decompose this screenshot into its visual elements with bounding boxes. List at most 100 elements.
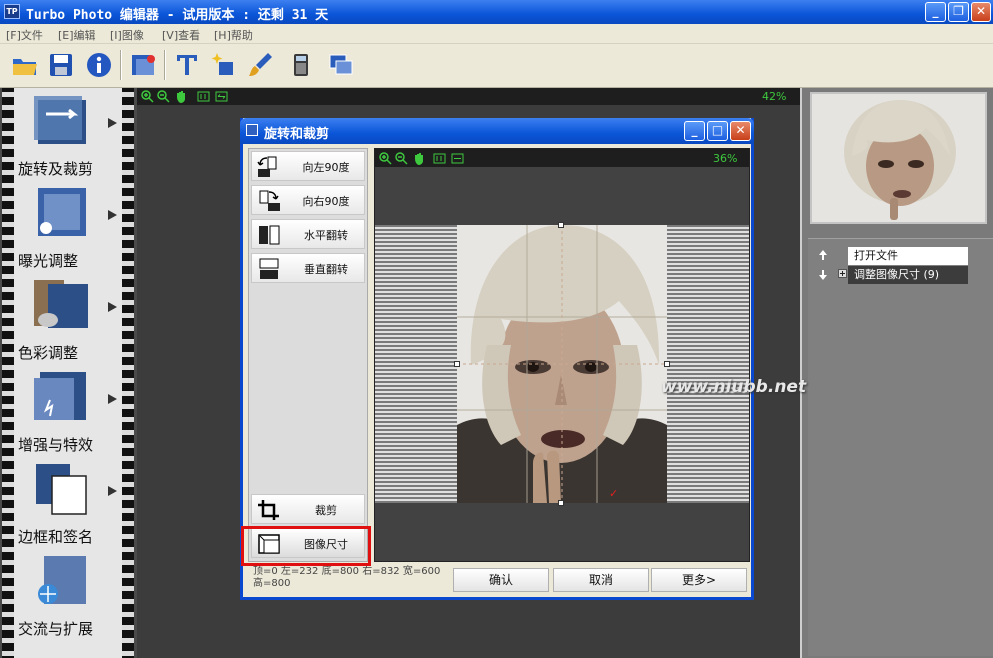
tool-exposure[interactable]: 曝光调整 (14, 180, 122, 272)
flip-horizontal-icon (259, 225, 280, 245)
open-folder-icon[interactable] (10, 50, 40, 80)
dialog-icon (246, 124, 258, 136)
preview-photo: ✓ (457, 225, 667, 503)
minimize-button[interactable]: _ (925, 2, 946, 22)
dialog-maximize-button[interactable]: □ (707, 121, 728, 141)
crop-handle[interactable] (558, 500, 564, 506)
menu-help[interactable]: [H]帮助 (214, 27, 253, 43)
thumbnail-preview (810, 92, 987, 224)
option-label: 裁剪 (315, 504, 337, 517)
cancel-button[interactable]: 取消 (553, 568, 649, 592)
history-list: 打开文件 调整图像尺寸 (9) (808, 238, 993, 656)
expand-arrow-icon[interactable] (108, 210, 117, 220)
option-label: 向左90度 (302, 161, 350, 174)
menu-view[interactable]: [V]查看 (162, 27, 200, 43)
text-icon[interactable] (172, 50, 202, 80)
ok-button[interactable]: 确认 (453, 568, 549, 592)
tool-color[interactable]: 色彩调整 (14, 272, 122, 364)
expand-arrow-icon[interactable] (108, 486, 117, 496)
tool-label: 色彩调整 (18, 344, 79, 362)
crop-status: 顶=0 左=232 底=800 右=832 宽=600 高=800 (253, 566, 441, 589)
brush-icon[interactable] (246, 50, 276, 80)
tool-label: 曝光调整 (18, 252, 79, 270)
rotate-crop-icon (34, 96, 86, 144)
exposure-icon (38, 188, 86, 236)
hand-pan-icon[interactable] (175, 90, 188, 103)
tool-frame[interactable]: 边框和签名 (14, 456, 122, 548)
sparkle-icon[interactable] (210, 50, 240, 80)
tool-share[interactable]: 交流与扩展 (14, 548, 122, 640)
dialog-title: 旋转和裁剪 (264, 127, 330, 142)
tool-rotate-crop[interactable]: 旋转及裁剪 (14, 88, 122, 180)
up-arrow-icon[interactable] (818, 249, 828, 261)
main-zoom-bar: 42% (137, 88, 800, 105)
close-button[interactable]: ✕ (971, 2, 991, 22)
rotate-right-button[interactable]: 向右90度 (251, 185, 365, 215)
menu-file[interactable]: [F]文件 (6, 27, 43, 43)
crop-button[interactable]: 裁剪 (251, 494, 365, 524)
toolbar-separator (120, 50, 122, 80)
option-label: 向右90度 (302, 195, 350, 208)
menu-image[interactable]: [I]图像 (110, 27, 144, 43)
restore-button[interactable]: ❐ (948, 2, 969, 22)
dialog-options-panel: 向左90度 向右90度 水平翻转 垂直翻转 裁剪 图像尺寸 (248, 148, 368, 562)
right-panel: 打开文件 调整图像尺寸 (9) (800, 88, 993, 658)
zoom-in-icon[interactable] (379, 152, 392, 165)
zoom-out-icon[interactable] (157, 90, 170, 103)
windows-icon[interactable] (326, 50, 356, 80)
zoom-percent: 42% (762, 90, 787, 103)
zoom-in-icon[interactable] (141, 90, 154, 103)
expand-plus-icon[interactable] (838, 269, 847, 278)
tool-list: 旋转及裁剪 曝光调整 色彩调整 增强与特效 边框和签名 交流与扩展 (14, 88, 122, 658)
actual-size-icon[interactable] (433, 152, 446, 165)
tool-label: 增强与特效 (18, 436, 94, 454)
history-item-selected[interactable]: 调整图像尺寸 (9) (848, 266, 968, 284)
menu-edit[interactable]: [E]编辑 (58, 27, 96, 43)
dialog-title-bar: 旋转和裁剪 _ □ ✕ (240, 118, 754, 144)
color-icon (34, 280, 88, 328)
app-icon: TP (4, 4, 20, 19)
crop-handle[interactable] (454, 361, 460, 367)
fit-window-icon[interactable] (215, 90, 228, 103)
info-icon[interactable] (84, 50, 114, 80)
zoom-out-icon[interactable] (395, 152, 408, 165)
rotate-left-button[interactable]: 向左90度 (251, 151, 365, 181)
flip-horizontal-button[interactable]: 水平翻转 (251, 219, 365, 249)
more-button[interactable]: 更多> (651, 568, 747, 592)
preview-zoom-bar: 36% (375, 149, 749, 167)
menu-bar: [F]文件 [E]编辑 [I]图像 [V]查看 [H]帮助 (0, 24, 993, 44)
tool-label: 边框和签名 (18, 528, 94, 546)
toolbar-separator (164, 50, 166, 80)
option-label: 水平翻转 (304, 229, 348, 242)
share-icon (38, 556, 86, 604)
expand-arrow-icon[interactable] (108, 302, 117, 312)
calculator-icon[interactable] (286, 50, 316, 80)
dialog-minimize-button[interactable]: _ (684, 121, 705, 141)
crop-handle[interactable] (558, 222, 564, 228)
down-arrow-icon[interactable] (818, 269, 828, 281)
thumbnail-image (812, 94, 985, 222)
actual-size-icon[interactable] (197, 90, 210, 103)
preview-zoom-percent: 36% (713, 152, 738, 165)
batch-icon[interactable] (128, 50, 158, 80)
dialog-preview: 36% ✓ www.niubb.net (374, 148, 806, 562)
film-perforation (2, 88, 14, 658)
rotate-right-icon (259, 190, 280, 211)
save-icon[interactable] (46, 50, 76, 80)
tool-enhance[interactable]: 增强与特效 (14, 364, 122, 456)
expand-arrow-icon[interactable] (108, 394, 117, 404)
film-perforation (122, 88, 134, 658)
toolbar (0, 44, 993, 88)
cropped-out-area (375, 225, 457, 503)
hand-pan-icon[interactable] (413, 152, 426, 165)
fit-window-icon[interactable] (451, 152, 464, 165)
svg-text:✓: ✓ (609, 487, 618, 500)
expand-arrow-icon[interactable] (108, 118, 117, 128)
dialog-close-button[interactable]: ✕ (730, 121, 751, 141)
enhance-icon (34, 372, 86, 420)
crop-handle[interactable] (664, 361, 670, 367)
history-item[interactable]: 打开文件 (848, 247, 968, 265)
flip-vertical-button[interactable]: 垂直翻转 (251, 253, 365, 283)
watermark-text: www.niubb.net (661, 377, 807, 397)
highlight-annotation (241, 526, 371, 566)
